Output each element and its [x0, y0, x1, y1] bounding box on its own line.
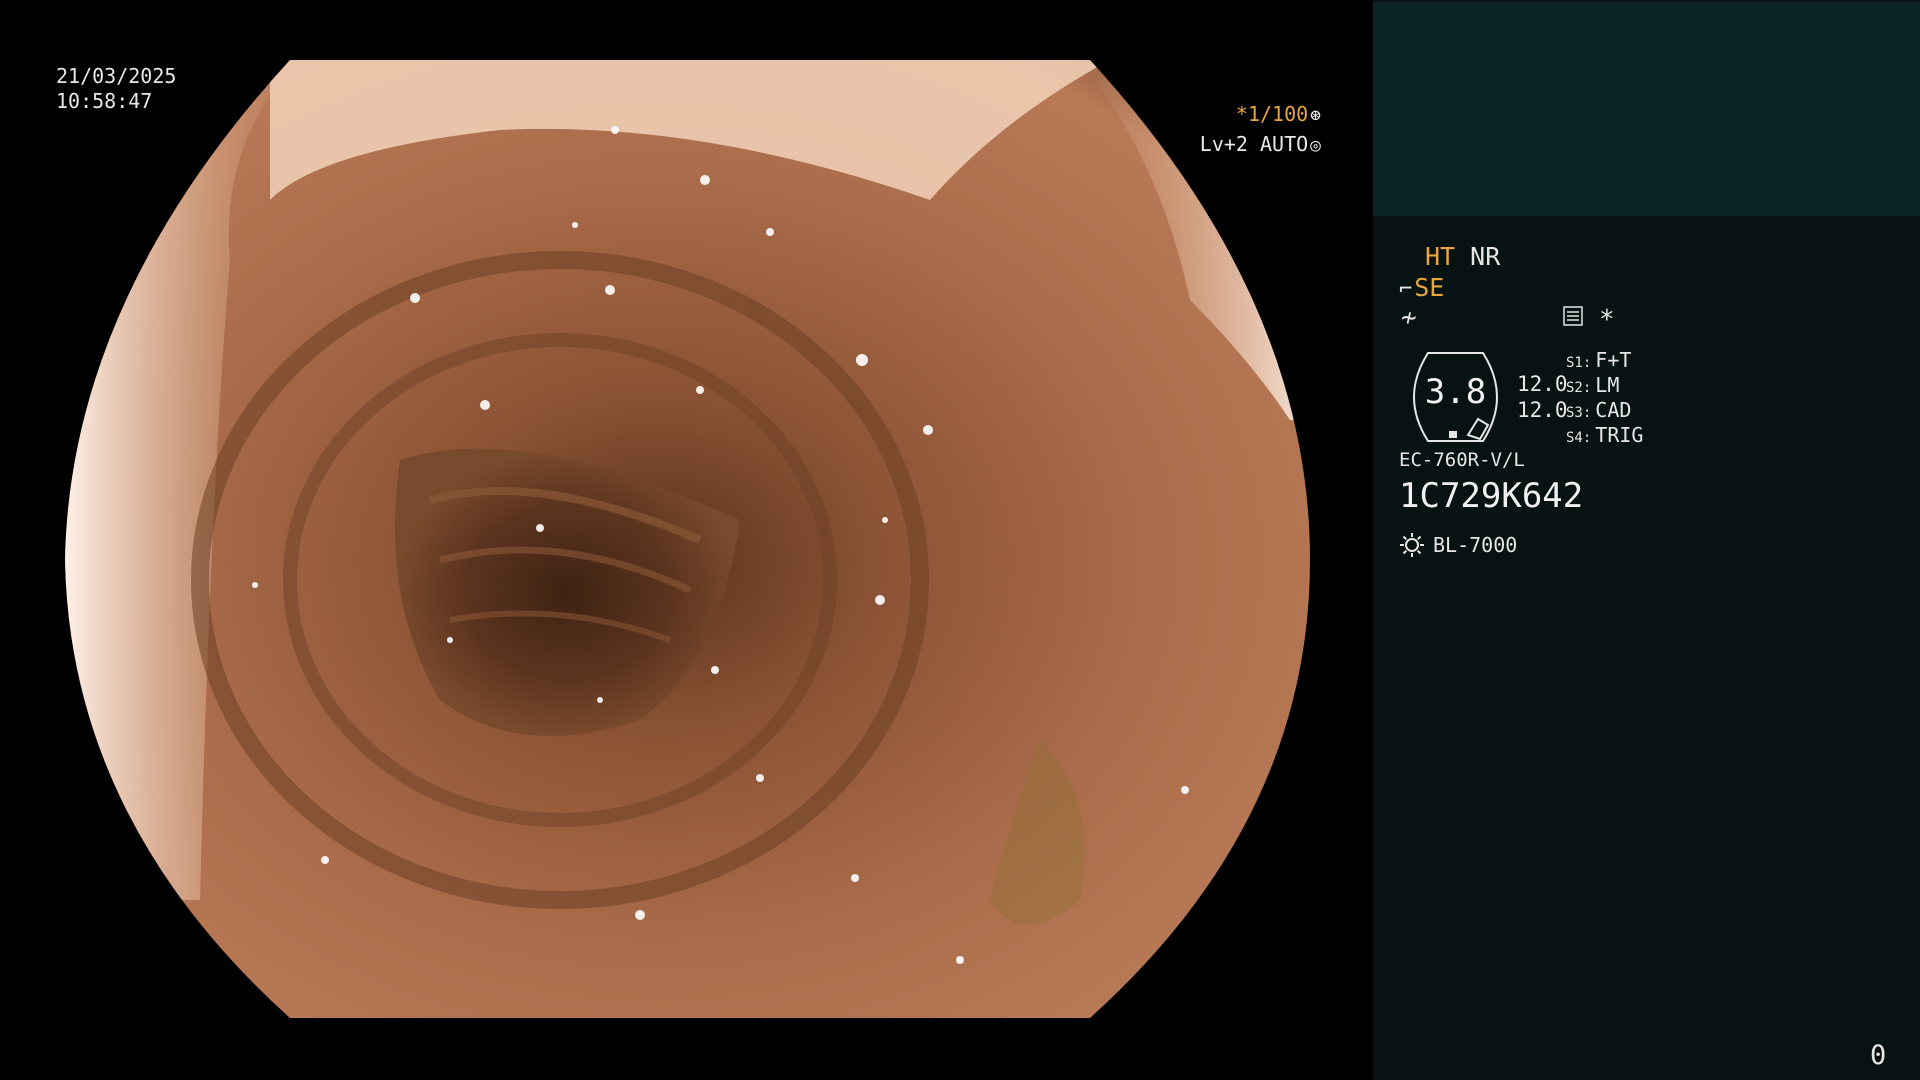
image-counter: 0: [1870, 1040, 1887, 1071]
gauge-value: 3.8: [1424, 372, 1487, 412]
settings-list-icon: [1563, 306, 1583, 326]
scope-model: EC-760R-V/L: [1399, 449, 1525, 471]
endoscopic-image: [65, 60, 1310, 1018]
star-indicator: *: [1599, 305, 1615, 335]
color-mode-icon: ≁: [1401, 303, 1417, 333]
gain-value-top: 12.0: [1517, 372, 1568, 396]
info-panel: HT NR ⌐SE ≁ * 3.8 12.0 12.0 S1: F+T S2: LM…: [1373, 0, 1920, 1080]
mode-nr: NR: [1470, 242, 1501, 271]
mode-indicator: HT NR: [1425, 242, 1500, 271]
gain-value-bottom: 12.0: [1517, 398, 1568, 422]
se-indicator: ⌐SE: [1399, 273, 1444, 302]
switch-row: S1: F+T: [1566, 348, 1632, 372]
exposure-info: *1/100 ⊛ Lv+2 AUTO ◎: [1200, 100, 1321, 160]
scope-serial: 1C729K642: [1399, 476, 1584, 516]
timestamp: 21/03/2025 10:58:47: [56, 64, 176, 114]
enhance-icon: ⌐: [1399, 277, 1413, 302]
endoscopy-viewport: 21/03/2025 10:58:47 *1/100 ⊛ Lv+2 AUTO ◎: [0, 0, 1373, 1080]
light-source: BL-7000: [1399, 532, 1517, 558]
se-label: SE: [1414, 273, 1445, 302]
switch-assignments: S1: F+T S2: LM S3: CAD S4: TRIG: [1566, 348, 1643, 448]
level-auto: Lv+2 AUTO: [1199, 132, 1309, 156]
panel-header-area: [1373, 2, 1920, 216]
shutter-icon: ⊛: [1310, 105, 1321, 126]
switch-row: S4: TRIG: [1566, 423, 1644, 447]
auto-iris-icon: ◎: [1310, 135, 1321, 156]
time-label: 10:58:47: [56, 89, 153, 113]
light-bulb-icon: [1400, 533, 1424, 557]
date-label: 21/03/2025: [56, 64, 177, 88]
shutter-speed: *1/100: [1235, 102, 1309, 126]
mode-ht: HT: [1425, 242, 1456, 271]
switch-row: S3: CAD: [1566, 398, 1632, 422]
switch-row: S2: LM: [1566, 373, 1620, 397]
light-source-label: BL-7000: [1433, 533, 1518, 557]
